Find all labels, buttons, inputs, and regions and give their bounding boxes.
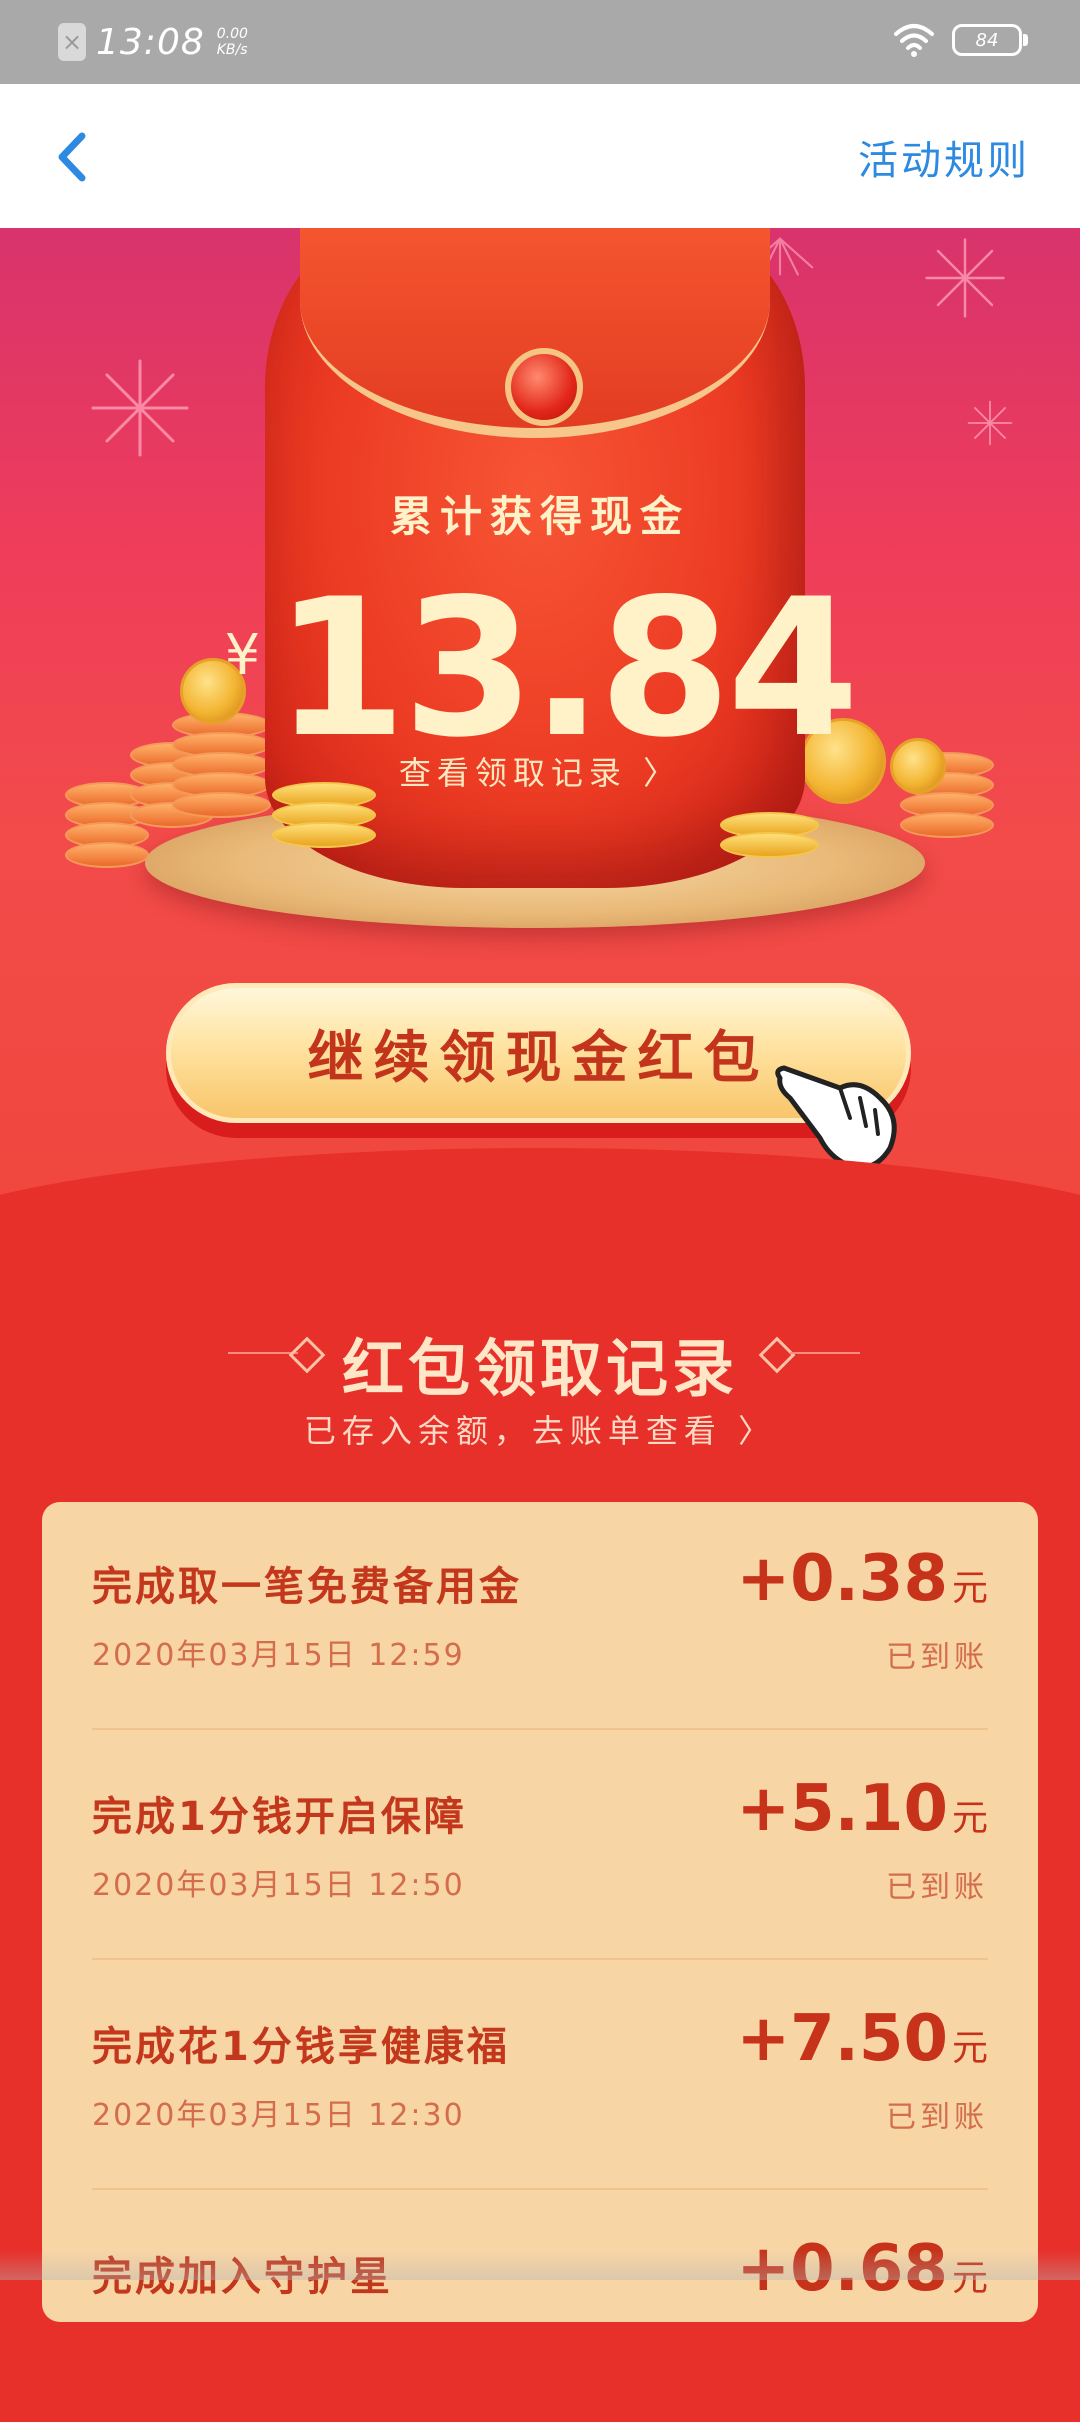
record-amount-value: +7.50 (736, 2002, 948, 2076)
status-right: 84 (894, 22, 1028, 58)
record-time: 2020年03月15日 12:30 (92, 2098, 465, 2133)
record-status: 已到账 (886, 2100, 988, 2135)
network-speed: 0.00 KB/s (217, 26, 248, 58)
hero-banner: 累计获得现金 ¥13.84 查看领取记录 〉 继续领现金红包 (0, 228, 1080, 1238)
activity-rules-link[interactable]: 活动规则 (858, 128, 1030, 186)
battery-icon: 84 (952, 24, 1028, 56)
hero-curve (0, 1148, 1080, 1238)
status-bar: × 13:08 0.00 KB/s 84 (0, 0, 1080, 84)
continue-claim-label: 继续领现金红包 (307, 1025, 770, 1091)
records-card: 完成取一笔免费备用金 2020年03月15日 12:59 +0.38 元 已到账 … (42, 1502, 1038, 2322)
record-item: 完成1分钱开启保障 2020年03月15日 12:50 +5.10 元 已到账 (92, 1732, 988, 1962)
records-section-title: 红包领取记录 (341, 1332, 738, 1405)
record-divider (92, 2188, 988, 2190)
hero-label: 累计获得现金 (389, 492, 690, 541)
record-item: 完成花1分钱享健康福 2020年03月15日 12:30 +7.50 元 已到账 (92, 1962, 988, 2192)
firework-decoration-icon (91, 359, 189, 457)
envelope-seal-icon (505, 348, 583, 426)
record-amount-unit: 元 (951, 2028, 988, 2069)
record-time: 2020年03月15日 12:59 (92, 1638, 465, 1673)
record-divider (92, 1958, 988, 1960)
record-status: 已到账 (886, 1870, 988, 1905)
wifi-icon (894, 24, 934, 57)
record-title: 完成取一笔免费备用金 (92, 1564, 522, 1610)
coin-stack-decoration (272, 782, 376, 848)
network-speed-unit: KB/s (216, 42, 248, 58)
record-amount: +0.38 元 (736, 1542, 988, 1616)
record-amount-unit: 元 (951, 1798, 988, 1839)
record-amount: +7.50 元 (736, 2002, 988, 2076)
hero-amount-wrap: ¥13.84 (0, 558, 1080, 779)
bottom-fade (0, 2250, 1080, 2280)
notification-close-icon: × (58, 23, 86, 61)
firework-decoration-icon (967, 400, 1013, 446)
back-button[interactable] (44, 122, 104, 192)
currency-symbol: ¥ (224, 623, 261, 688)
record-title: 完成花1分钱享健康福 (92, 2024, 510, 2070)
record-time: 2020年03月15日 12:50 (92, 1868, 465, 1903)
record-divider (92, 1728, 988, 1730)
record-title: 完成1分钱开启保障 (92, 1794, 467, 1840)
status-time: 13:08 (96, 21, 205, 63)
record-amount-value: +5.10 (736, 1772, 948, 1846)
battery-level: 84 (975, 29, 999, 51)
view-records-link[interactable]: 查看领取记录 〉 (0, 748, 1080, 794)
record-status: 已到账 (886, 1640, 988, 1675)
record-amount-unit: 元 (951, 1568, 988, 1609)
nav-bar: 活动规则 (0, 84, 1080, 228)
record-item: 完成取一笔免费备用金 2020年03月15日 12:59 +0.38 元 已到账 (92, 1502, 988, 1732)
status-left: × 13:08 0.00 KB/s (58, 18, 248, 66)
record-item: 完成加入守护星 +0.68元 (92, 2192, 988, 2422)
total-cash-amount: 13.84 (274, 558, 859, 779)
section-title-wrap: 红包领取记录 (0, 1318, 1080, 1408)
record-amount: +5.10 元 (736, 1772, 988, 1846)
chevron-left-icon (58, 132, 86, 182)
firework-decoration-icon (925, 238, 1005, 318)
record-amount-value: +0.38 (736, 1542, 948, 1616)
go-to-bill-link[interactable]: 已存入余额，去账单查看 〉 (0, 1406, 1080, 1452)
network-speed-value: 0.00 (216, 26, 248, 42)
coin-stack-decoration (720, 812, 819, 858)
